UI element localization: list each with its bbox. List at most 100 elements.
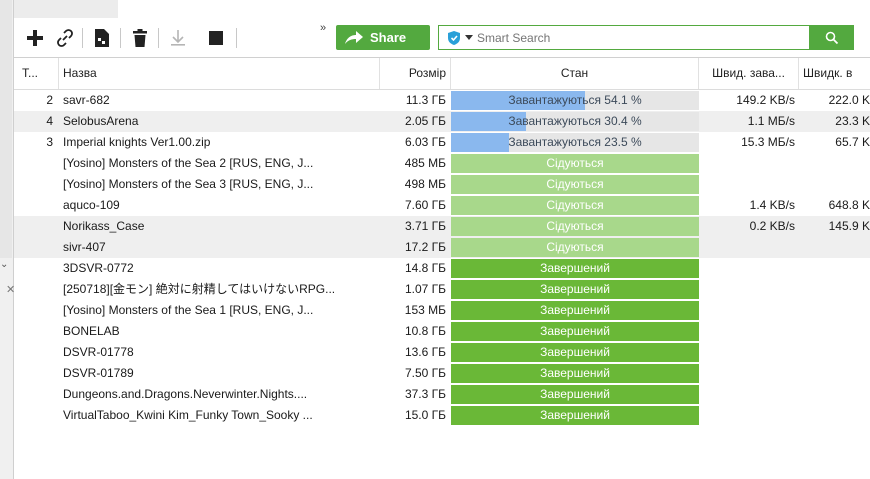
status-progress-bar: Завершений <box>451 406 699 425</box>
queue-position <box>14 174 59 195</box>
status-text: Завершений <box>540 345 610 359</box>
download-speed <box>699 342 799 363</box>
torrent-name: SelobusArena <box>63 114 139 128</box>
torrent-name: [Yosino] Monsters of the Sea 2 [RUS, ENG… <box>63 156 314 170</box>
shield-icon[interactable] <box>447 30 461 46</box>
download-speed <box>699 153 799 174</box>
status-text: Сідуються <box>546 219 604 233</box>
torrent-name: [Yosino] Monsters of the Sea 1 [RUS, ENG… <box>63 303 314 317</box>
torrent-name: [Yosino] Monsters of the Sea 3 [RUS, ENG… <box>63 177 314 191</box>
toolbar-separator <box>158 28 159 48</box>
upload-speed: 222.0 K <box>828 93 870 107</box>
upload-speed: 23.3 K <box>835 114 870 128</box>
torrent-name: VirtualTaboo_Kwini Kim_Funky Town_Sooky … <box>63 408 313 422</box>
table-row[interactable]: [Yosino] Monsters of the Sea 2 [RUS, ENG… <box>14 153 870 174</box>
add-torrent-button[interactable] <box>22 25 48 51</box>
upload-speed <box>799 279 870 300</box>
table-row[interactable]: 2 savr-682 11.3 ГБ Завантажуються 54.1 % 149… <box>14 90 870 111</box>
trash-icon <box>133 29 147 47</box>
queue-position <box>14 384 59 405</box>
table-row[interactable]: DSVR-01778 13.6 ГБ Завершений <box>14 342 870 363</box>
column-header-upload-speed[interactable]: Швидк. в <box>799 58 870 89</box>
table-row[interactable]: [Yosino] Monsters of the Sea 3 [RUS, ENG… <box>14 174 870 195</box>
queue-position: 2 <box>46 93 53 107</box>
table-row[interactable]: 3 Imperial knights Ver1.00.zip 6.03 ГБ Зава… <box>14 132 870 153</box>
table-row[interactable]: [250718][金モン] 絶対に射精してはいけないRPG... 1.07 ГБ З… <box>14 279 870 300</box>
torrent-name: aquco-109 <box>63 198 120 212</box>
column-header-download-speed[interactable]: Швид. зава... <box>699 58 799 89</box>
download-speed: 0.2 KB/s <box>749 219 795 233</box>
torrent-size: 37.3 ГБ <box>404 387 446 401</box>
torrent-name: Norikass_Case <box>63 219 145 233</box>
table-row[interactable]: 4 SelobusArena 2.05 ГБ Завантажуються 30.4 … <box>14 111 870 132</box>
table-row[interactable]: [Yosino] Monsters of the Sea 1 [RUS, ENG… <box>14 300 870 321</box>
left-pane: ⌄ ✕ <box>0 0 15 479</box>
chevron-down-icon[interactable]: ⌄ <box>0 259 8 270</box>
table-row[interactable]: sivr-407 17.2 ГБ Сідуються <box>14 237 870 258</box>
add-link-button[interactable] <box>52 25 78 51</box>
search-icon <box>825 31 839 44</box>
status-progress-bar: Завершений <box>451 259 699 278</box>
table-row[interactable]: BONELAB 10.8 ГБ Завершений <box>14 321 870 342</box>
table-row[interactable]: aquco-109 7.60 ГБ Сідуються 1.4 KB/s 648.8 K <box>14 195 870 216</box>
toolbar-separator <box>236 28 237 48</box>
delete-button[interactable] <box>127 25 153 51</box>
status-progress-bar: Завершений <box>451 280 699 299</box>
column-header-name[interactable]: Назва <box>59 58 380 89</box>
caret-down-icon[interactable] <box>465 34 473 41</box>
upload-speed <box>799 405 870 426</box>
download-speed: 1.4 KB/s <box>749 198 795 212</box>
torrent-size: 7.60 ГБ <box>404 198 446 212</box>
column-header-status[interactable]: Стан <box>451 58 699 89</box>
queue-position <box>14 300 59 321</box>
status-text: Сідуються <box>546 177 604 191</box>
status-progress-bar: Завершений <box>451 343 699 362</box>
status-progress-bar: Завершений <box>451 322 699 341</box>
download-speed <box>699 363 799 384</box>
stop-button[interactable] <box>203 25 229 51</box>
status-text: Завершений <box>540 282 610 296</box>
status-progress-bar: Сідуються <box>451 217 699 236</box>
share-button[interactable]: Share <box>336 25 430 50</box>
upload-speed: 65.7 K <box>835 135 870 149</box>
download-speed: 15.3 МБ/s <box>741 135 795 149</box>
table-row[interactable]: VirtualTaboo_Kwini Kim_Funky Town_Sooky … <box>14 405 870 426</box>
download-speed <box>699 279 799 300</box>
table-row[interactable]: DSVR-01789 7.50 ГБ Завершений <box>14 363 870 384</box>
status-text: Сідуються <box>546 198 604 212</box>
start-button[interactable] <box>165 25 191 51</box>
column-header-size[interactable]: Розмір <box>380 58 451 89</box>
status-text: Завантажуються 23.5 % <box>508 135 642 149</box>
queue-position <box>14 342 59 363</box>
status-progress-bar: Завантажуються 30.4 % <box>451 112 699 131</box>
search-input[interactable] <box>473 27 809 48</box>
link-icon <box>57 29 73 47</box>
torrent-name: 3DSVR-0772 <box>63 261 134 275</box>
torrent-name: sivr-407 <box>63 240 106 254</box>
column-header-queue[interactable]: T... <box>14 58 59 89</box>
torrent-size: 485 МБ <box>404 156 446 170</box>
status-progress-bar: Сідуються <box>451 238 699 257</box>
status-progress-bar: Завершений <box>451 385 699 404</box>
table-row[interactable]: Norikass_Case 3.71 ГБ Сідуються 0.2 KB/s 145… <box>14 216 870 237</box>
upload-speed <box>799 342 870 363</box>
create-torrent-button[interactable] <box>89 25 115 51</box>
table-row[interactable]: Dungeons.and.Dragons.Neverwinter.Nights.… <box>14 384 870 405</box>
left-pane-scrollbar[interactable] <box>0 0 12 258</box>
torrent-name: savr-682 <box>63 93 110 107</box>
queue-position <box>14 153 59 174</box>
torrent-size: 17.2 ГБ <box>404 240 446 254</box>
smart-search-box[interactable] <box>438 25 810 50</box>
download-speed <box>699 384 799 405</box>
share-arrow-icon <box>345 30 363 44</box>
upload-speed <box>799 300 870 321</box>
file-icon <box>95 29 109 47</box>
search-button[interactable] <box>810 25 854 50</box>
toolbar-overflow-button[interactable]: » <box>320 22 326 34</box>
status-text: Завершений <box>540 387 610 401</box>
torrent-size: 6.03 ГБ <box>404 135 446 149</box>
table-body: 2 savr-682 11.3 ГБ Завантажуються 54.1 % 149… <box>14 90 870 426</box>
table-row[interactable]: 3DSVR-0772 14.8 ГБ Завершений <box>14 258 870 279</box>
download-speed <box>699 405 799 426</box>
torrent-name: Imperial knights Ver1.00.zip <box>63 135 211 149</box>
